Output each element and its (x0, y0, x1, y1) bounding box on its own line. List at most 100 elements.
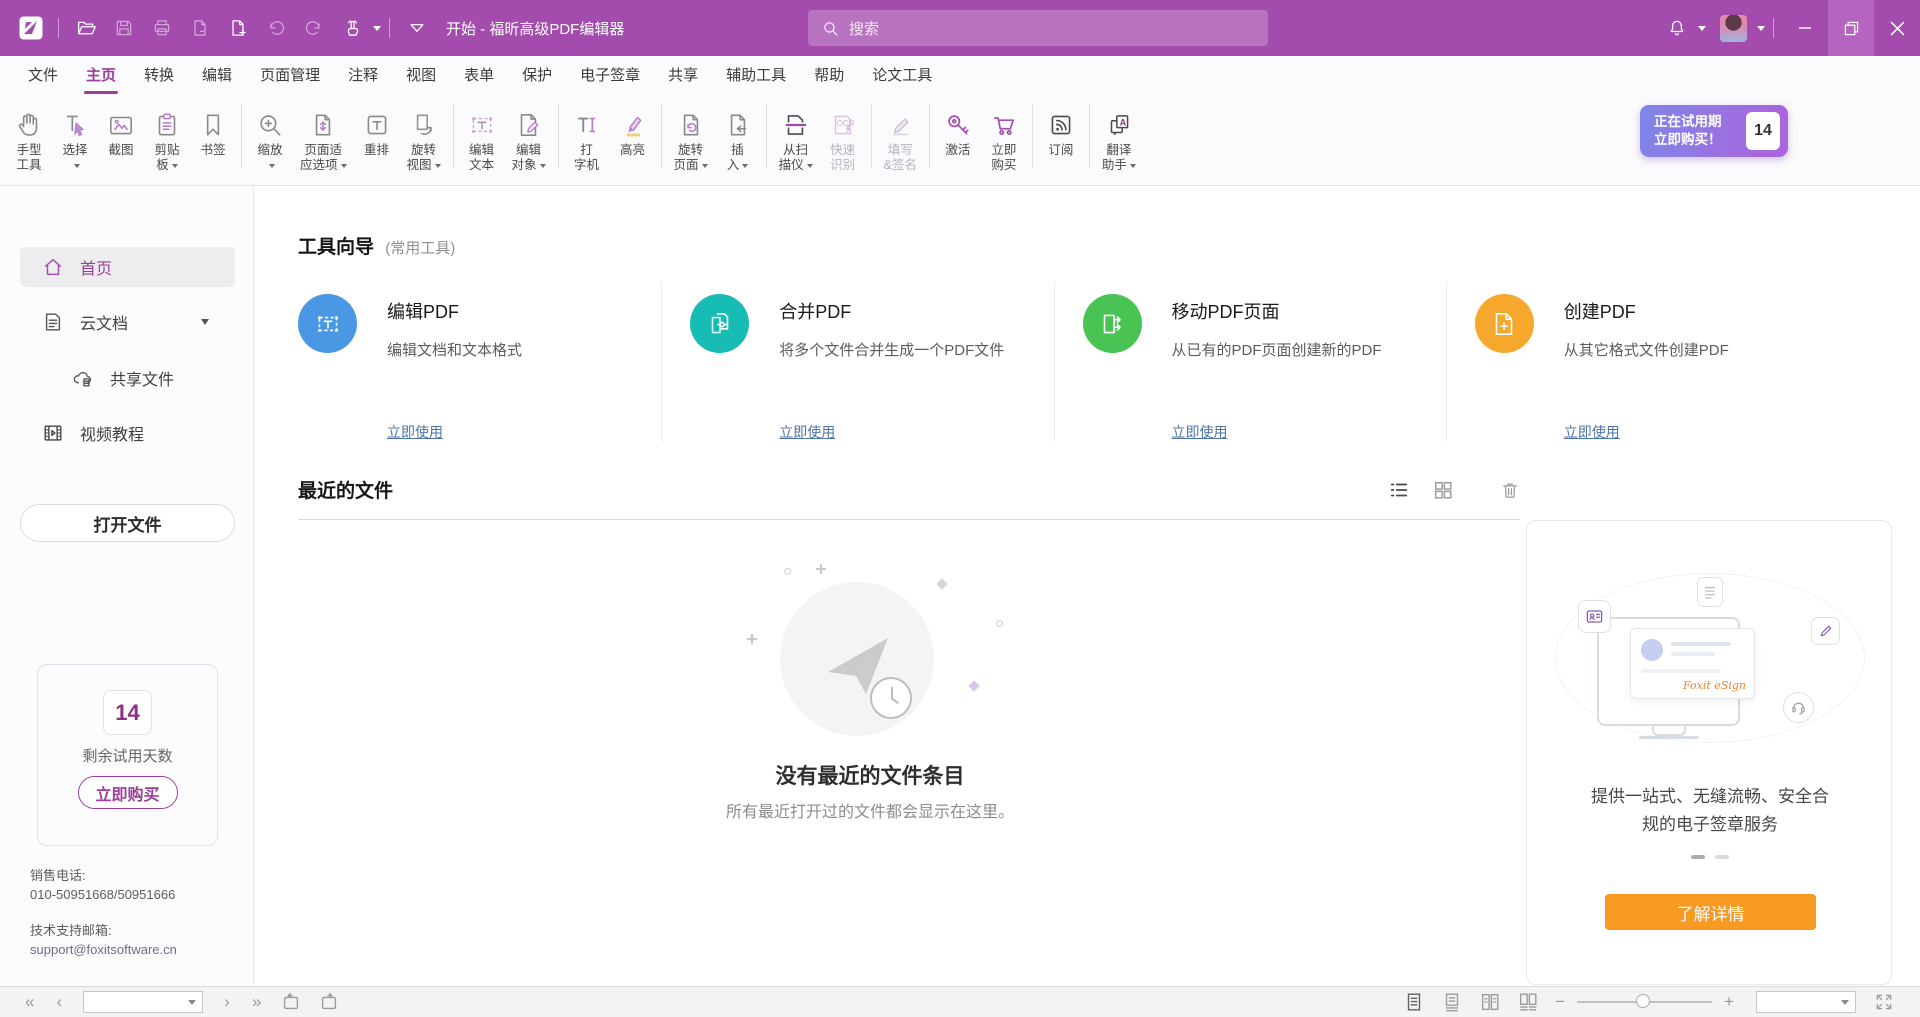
select-tool-button[interactable]: 选择 (52, 102, 98, 175)
sidebar-item-shared-files[interactable]: 共享文件 (20, 358, 235, 398)
touch-mode-icon[interactable] (335, 11, 369, 45)
activate-button[interactable]: 激活 (935, 102, 981, 175)
bookmark-button[interactable]: 书签 (190, 102, 236, 175)
rotate-view-button[interactable]: 旋转 视图 (400, 102, 448, 175)
zoom-in-icon[interactable]: + (1716, 992, 1742, 1012)
menu-share[interactable]: 共享 (654, 56, 712, 96)
toolbar-divider (929, 104, 930, 168)
menu-file[interactable]: 文件 (14, 56, 72, 96)
search-input[interactable]: 搜索 (808, 10, 1268, 46)
hand-tool-button[interactable]: 手型 工具 (6, 102, 52, 175)
zoom-out-icon[interactable]: − (1547, 992, 1573, 1012)
carousel-dots[interactable] (1527, 855, 1892, 859)
buy-now-pill-button[interactable]: 立即购买 (78, 776, 178, 809)
fit-page-button[interactable]: 页面适 应选项 (293, 102, 354, 175)
carousel-dot-active[interactable] (1691, 855, 1705, 859)
single-page-view-icon[interactable] (1403, 991, 1425, 1013)
use-now-link[interactable]: 立即使用 (387, 422, 443, 442)
menu-convert[interactable]: 转换 (130, 56, 188, 96)
chevron-down-icon[interactable] (1757, 26, 1765, 31)
zoom-slider-thumb[interactable] (1636, 994, 1650, 1008)
last-page-icon[interactable]: » (241, 988, 272, 1016)
grid-view-icon[interactable] (1432, 479, 1454, 501)
use-now-link[interactable]: 立即使用 (779, 422, 835, 442)
buy-now-button[interactable]: 立即 购买 (981, 102, 1027, 175)
bookmark-icon (198, 104, 228, 140)
user-avatar[interactable] (1720, 15, 1747, 42)
open-file-icon[interactable] (69, 11, 103, 45)
caret-down-icon[interactable] (201, 319, 209, 325)
restore-window-button[interactable] (1828, 0, 1874, 56)
card-create-pdf[interactable]: 创建PDF 从其它格式文件创建PDF 立即使用 (1446, 282, 1838, 442)
support-email-address[interactable]: support@foxitsoftware.cn (30, 940, 177, 959)
menu-comment[interactable]: 注释 (334, 56, 392, 96)
chevron-down-icon[interactable] (373, 26, 381, 31)
next-view-icon[interactable] (318, 991, 340, 1013)
menu-accessibility[interactable]: 辅助工具 (712, 56, 800, 96)
reflow-button[interactable]: 重排 (354, 102, 400, 175)
menu-edit[interactable]: 编辑 (188, 56, 246, 96)
zoom-level-input[interactable] (1757, 993, 1841, 1011)
facing-continuous-view-icon[interactable] (1517, 991, 1539, 1013)
toolbar-collapse-icon[interactable] (400, 11, 434, 45)
sidebar-item-home[interactable]: 首页 (20, 247, 235, 287)
menu-home[interactable]: 主页 (72, 56, 130, 96)
zoom-level-box[interactable] (1756, 991, 1856, 1013)
menu-paper-tools[interactable]: 论文工具 (858, 56, 946, 96)
rss-icon (1046, 104, 1076, 140)
menu-esign[interactable]: 电子签章 (566, 56, 654, 96)
subscribe-button[interactable]: 订阅 (1038, 102, 1084, 175)
sparkle-icon (784, 568, 791, 575)
previous-page-icon[interactable]: ‹ (45, 988, 73, 1016)
menu-protect[interactable]: 保护 (508, 56, 566, 96)
translate-assistant-button[interactable]: A 翻译 助手 (1095, 102, 1143, 175)
caret-down-icon[interactable] (188, 1000, 196, 1005)
typewriter-button[interactable]: 打 字机 (564, 102, 610, 175)
snapshot-button[interactable]: 截图 (98, 102, 144, 175)
continuous-view-icon[interactable] (1441, 991, 1463, 1013)
card-merge-pdf[interactable]: 合并PDF 将多个文件合并生成一个PDF文件 立即使用 (661, 282, 1053, 442)
toolbar-divider (871, 104, 872, 168)
page-number-input[interactable] (84, 993, 188, 1011)
zoom-button[interactable]: 缩放 (247, 102, 293, 175)
menu-form[interactable]: 表单 (450, 56, 508, 96)
use-now-link[interactable]: 立即使用 (1564, 422, 1620, 442)
page-number-box[interactable] (83, 991, 203, 1013)
ocr-icon: OCR (828, 104, 858, 140)
insert-page-button[interactable]: 插 入 (715, 102, 761, 175)
sparkle-icon (968, 680, 979, 691)
clipboard-button[interactable]: 剪贴 板 (144, 102, 190, 175)
rotate-page-button[interactable]: 旋转 页面 (667, 102, 715, 175)
trial-banner[interactable]: 正在试用期 立即购买！ 14 (1640, 105, 1788, 157)
sidebar-item-video-tutorials[interactable]: 视频教程 (20, 413, 235, 453)
menu-view[interactable]: 视图 (392, 56, 450, 96)
open-file-button[interactable]: 打开文件 (20, 504, 235, 542)
close-button[interactable] (1874, 0, 1920, 56)
edit-text-button[interactable]: 编辑 文本 (459, 102, 505, 175)
chevron-down-icon[interactable] (1698, 26, 1706, 31)
previous-view-icon[interactable] (280, 991, 302, 1013)
fullscreen-icon[interactable] (1874, 992, 1894, 1012)
duplicate-page-icon (183, 11, 217, 45)
next-page-icon[interactable]: › (213, 988, 241, 1016)
facing-view-icon[interactable] (1479, 991, 1501, 1013)
caret-down-icon[interactable] (1841, 1000, 1849, 1005)
first-page-icon[interactable]: « (14, 988, 45, 1016)
clear-recent-trash-icon[interactable] (1500, 480, 1520, 500)
menu-help[interactable]: 帮助 (800, 56, 858, 96)
use-now-link[interactable]: 立即使用 (1172, 422, 1228, 442)
minimize-button[interactable] (1782, 0, 1828, 56)
sidebar-item-cloud-docs[interactable]: 云文档 (20, 302, 235, 342)
notification-bell-icon[interactable] (1660, 11, 1694, 45)
list-view-icon[interactable] (1388, 479, 1410, 501)
new-document-icon[interactable] (221, 11, 255, 45)
highlight-button[interactable]: 高亮 (610, 102, 656, 175)
zoom-slider[interactable] (1577, 1001, 1712, 1003)
from-scanner-button[interactable]: 从扫 描仪 (772, 102, 820, 175)
learn-more-button[interactable]: 了解详情 (1605, 894, 1816, 930)
menu-page-organize[interactable]: 页面管理 (246, 56, 334, 96)
edit-object-button[interactable]: 编辑 对象 (505, 102, 553, 175)
card-edit-pdf[interactable]: 编辑PDF 编辑文档和文本格式 立即使用 (298, 282, 661, 442)
card-move-pdf-pages[interactable]: 移动PDF页面 从已有的PDF页面创建新的PDF 立即使用 (1054, 282, 1446, 442)
carousel-dot[interactable] (1715, 855, 1729, 859)
